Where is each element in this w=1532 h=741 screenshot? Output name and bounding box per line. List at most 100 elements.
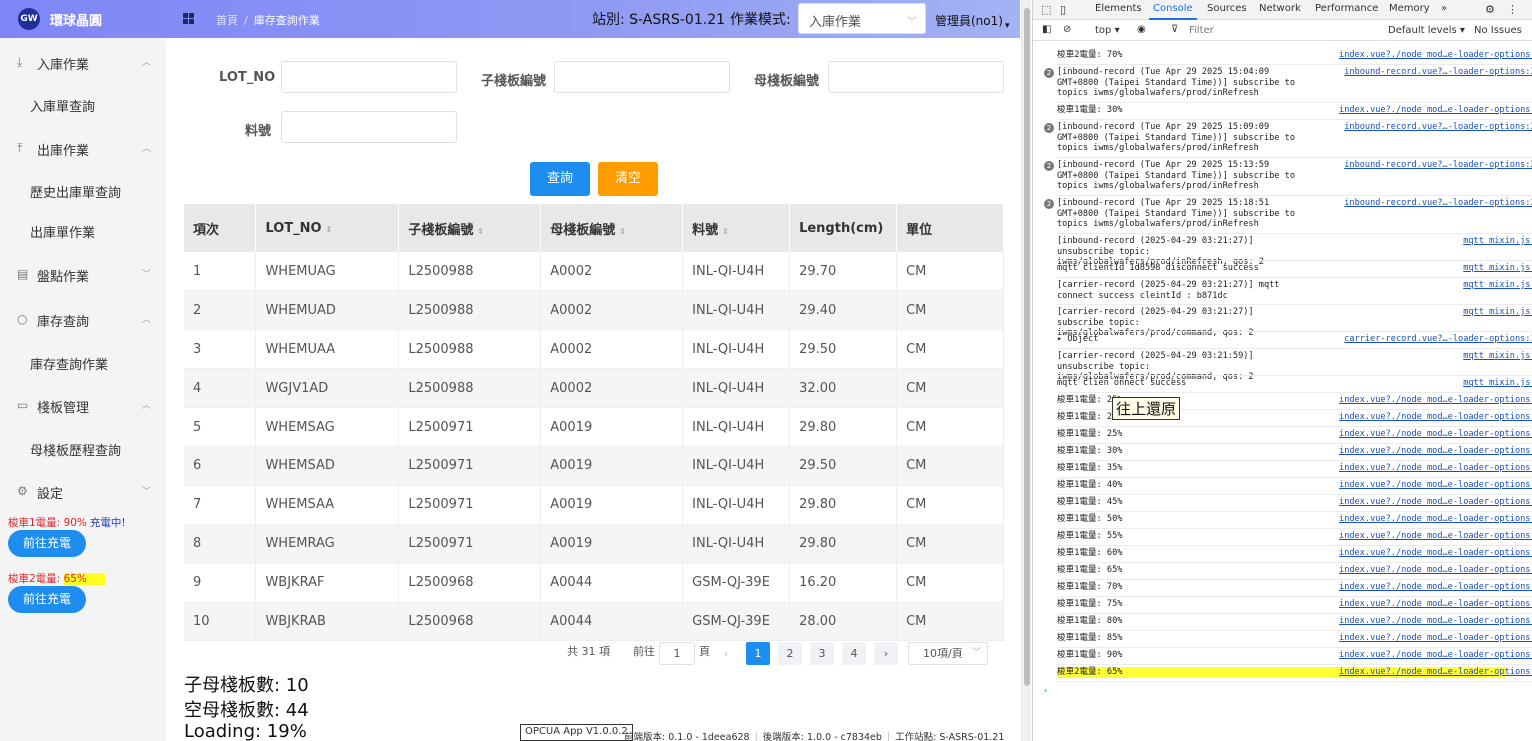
console-source-link[interactable]: index.vue?./node_mod…e-loader-options:89: [1339, 50, 1532, 61]
more-tabs-icon[interactable]: »: [1441, 3, 1447, 14]
console-source-link[interactable]: index.vue?./node_mod…e-loader-options:83: [1339, 548, 1532, 559]
parent-pallet-input[interactable]: [828, 61, 1004, 93]
part-no-input[interactable]: [281, 111, 457, 143]
table-row[interactable]: 2 WHEMUAD L2500988 A0002 INL-QI-U4H 29.40 CM: [184, 290, 1004, 331]
inspect-icon[interactable]: ⬚: [1041, 3, 1051, 16]
table-row[interactable]: 6 WHEMSAD L2500971 A0019 INL-QI-U4H 29.50 CM: [184, 446, 1004, 486]
charge-button-2[interactable]: 前往充電: [8, 586, 86, 613]
column-header-part-no[interactable]: 料號 ⇕: [682, 204, 791, 252]
console-source-link[interactable]: index.vue?./node_mod…e-loader-options:83: [1339, 633, 1532, 644]
sidebar-group-inventory-count[interactable]: ▤ 盤點作業 ﹀: [0, 259, 166, 289]
console-prompt[interactable]: ›: [1043, 686, 1048, 696]
console-source-link[interactable]: index.vue?./node_mod…e-loader-options:83: [1339, 497, 1532, 508]
tab-elements[interactable]: Elements: [1095, 3, 1142, 14]
console-message[interactable]: ▸ Object: [1057, 334, 1297, 345]
tab-memory[interactable]: Memory: [1389, 3, 1430, 14]
console-source-link[interactable]: mqtt_mixin.js:63: [1463, 307, 1532, 318]
pagination-page-3[interactable]: 3: [810, 642, 834, 665]
console-source-link[interactable]: index.vue?./node_mod…e-loader-options:83: [1339, 531, 1532, 542]
lot-no-input[interactable]: [281, 61, 457, 93]
console-source-link[interactable]: index.vue?./node_mod…e-loader-options:83: [1339, 599, 1532, 610]
console-source-link[interactable]: mqtt_mixin.js:98: [1463, 378, 1532, 389]
console-source-link[interactable]: inbound-record.vue?…-loader-options:296: [1344, 198, 1532, 209]
sidebar-group-inbound[interactable]: ⤓ 入庫作業 ︿: [0, 47, 166, 77]
console-source-link[interactable]: index.vue?./node_mod…e-loader-options:83: [1339, 395, 1532, 406]
console-source-link[interactable]: mqtt_mixin.js:98: [1463, 263, 1532, 274]
table-row[interactable]: 10 WBJKRAB L2500968 A0044 GSM-QJ-39E 28.00 CM: [184, 602, 1004, 642]
console-source-link[interactable]: index.vue?./node_mod…e-loader-options:83: [1339, 582, 1532, 593]
mode-select[interactable]: 入庫作業 ﹀: [798, 3, 926, 34]
table-row[interactable]: 7 WHEMSAA L2500971 A0019 INL-QI-U4H 29.80 CM: [184, 485, 1004, 525]
console-source-link[interactable]: index.vue?./node_mod…e-loader-options:83: [1339, 446, 1532, 457]
console-source-link[interactable]: index.vue?./node_mod…e-loader-options:83: [1339, 412, 1532, 423]
column-header-child-pallet[interactable]: 子棧板編號 ⇕: [398, 204, 542, 252]
clear-button[interactable]: 清空: [598, 162, 658, 196]
charge-button-1[interactable]: 前往充電: [8, 530, 86, 557]
sidebar-group-settings[interactable]: ⚙ 設定 ﹀: [0, 476, 166, 506]
table-row[interactable]: 1 WHEMUAG L2500988 A0002 INL-QI-U4H 29.70 CM: [184, 252, 1004, 292]
sidebar-toggle-icon[interactable]: ◧: [1042, 24, 1051, 35]
pagination-next-button[interactable]: ›: [874, 642, 898, 665]
column-header-parent-pallet[interactable]: 母棧板編號 ⇕: [540, 204, 684, 252]
user-menu[interactable]: 管理員(no1) ▾: [935, 12, 1009, 31]
table-row[interactable]: 9 WBJKRAF L2500968 A0044 GSM-QJ-39E 16.20 CM: [184, 563, 1004, 603]
sort-icon[interactable]: ⇕: [619, 227, 626, 236]
tab-performance[interactable]: Performance: [1315, 3, 1378, 14]
filter-input[interactable]: Filter: [1189, 25, 1214, 36]
console-source-link[interactable]: index.vue?./node_mod…e-loader-options:83: [1339, 105, 1532, 116]
pagination-prev-button[interactable]: ‹: [714, 642, 738, 665]
page-scrollbar[interactable]: [1021, 0, 1031, 741]
gear-icon[interactable]: ⚙: [1485, 3, 1495, 16]
table-row[interactable]: 4 WGJV1AD L2500988 A0002 INL-QI-U4H 32.00 CM: [184, 368, 1004, 409]
console-source-link[interactable]: mqtt_mixin.js:89: [1463, 236, 1532, 247]
menu-toggle-icon[interactable]: [183, 13, 194, 24]
sidebar-group-outbound[interactable]: ⤒ 出庫作業 ︿: [0, 133, 166, 163]
console-source-link[interactable]: index.vue?./node_mod…e-loader-options:83: [1339, 650, 1532, 661]
sidebar-item-outbound-history[interactable]: 歷史出庫單查詢: [30, 182, 121, 201]
eye-icon[interactable]: ◉: [1137, 24, 1146, 35]
console-source-link[interactable]: inbound-record.vue?…-loader-options:296: [1344, 122, 1532, 133]
clear-console-icon[interactable]: ⊘: [1063, 24, 1071, 35]
sort-icon[interactable]: ⇕: [326, 225, 333, 234]
column-header-lot-no[interactable]: LOT_NO ⇕: [255, 204, 400, 252]
breadcrumb-home[interactable]: 首頁: [216, 14, 238, 27]
issues-counter[interactable]: No Issues: [1474, 25, 1522, 36]
console-source-link[interactable]: index.vue?./node_mod…e-loader-options:83: [1339, 565, 1532, 576]
sidebar-item-outbound-work[interactable]: 出庫單作業: [30, 222, 95, 241]
console-source-link[interactable]: mqtt_mixin.js:89: [1463, 351, 1532, 362]
tab-network[interactable]: Network: [1259, 3, 1301, 14]
sidebar-item-parent-pallet-history[interactable]: 母棧板歷程查詢: [30, 440, 121, 459]
tab-sources[interactable]: Sources: [1207, 3, 1247, 14]
log-levels-select[interactable]: Default levels ▾: [1388, 25, 1465, 36]
table-row[interactable]: 3 WHEMUAA L2500988 A0002 INL-QI-U4H 29.50 CM: [184, 329, 1004, 370]
pagination-page-2[interactable]: 2: [778, 642, 802, 665]
pagination-page-4[interactable]: 4: [842, 642, 866, 665]
query-button[interactable]: 查詢: [530, 162, 590, 196]
console-source-link[interactable]: inbound-record.vue?…-loader-options:296: [1344, 67, 1532, 78]
console-source-link[interactable]: carrier-record.vue?…-loader-options:110: [1344, 334, 1532, 345]
sidebar-item-stock-query-work[interactable]: 庫存查詢作業: [30, 354, 108, 373]
console-source-link[interactable]: index.vue?./node_mod…e-loader-options:83: [1339, 616, 1532, 627]
console-source-link[interactable]: index.vue?./node_mod…e-loader-options:83: [1339, 514, 1532, 525]
sort-icon[interactable]: ⇕: [477, 227, 484, 236]
tab-console[interactable]: Console: [1149, 3, 1197, 20]
pagination-page-1[interactable]: 1: [746, 642, 770, 665]
console-source-link[interactable]: mqtt_mixin.js:44: [1463, 280, 1532, 291]
console-source-link[interactable]: index.vue?./node_mod…e-loader-options:89: [1339, 667, 1532, 678]
kebab-menu-icon[interactable]: ⋮: [1507, 3, 1518, 16]
child-pallet-input[interactable]: [554, 61, 730, 93]
page-size-select[interactable]: 10項/頁 ﹀: [908, 642, 988, 665]
console-source-link[interactable]: index.vue?./node_mod…e-loader-options:83: [1339, 480, 1532, 491]
device-toolbar-icon[interactable]: ▯: [1060, 3, 1066, 16]
scrollbar-thumb[interactable]: [1024, 8, 1030, 686]
sidebar-group-stock-query[interactable]: ○ 庫存查詢 ︿: [0, 304, 166, 334]
table-row[interactable]: 8 WHEMRAG L2500971 A0019 INL-QI-U4H 29.80 CM: [184, 524, 1004, 564]
sidebar-group-pallet[interactable]: ▭ 棧板管理 ︿: [0, 390, 166, 420]
console-source-link[interactable]: inbound-record.vue?…-loader-options:296: [1344, 160, 1532, 171]
table-row[interactable]: 5 WHEMSAG L2500971 A0019 INL-QI-U4H 29.80 CM: [184, 407, 1004, 447]
context-select[interactable]: top ▾: [1095, 25, 1120, 36]
sidebar-item-inbound-query[interactable]: 入庫單查詢: [30, 96, 95, 115]
pagination-goto-input[interactable]: 1: [659, 642, 695, 665]
sort-icon[interactable]: ⇕: [722, 227, 729, 236]
console-source-link[interactable]: index.vue?./node_mod…e-loader-options:83: [1339, 463, 1532, 474]
